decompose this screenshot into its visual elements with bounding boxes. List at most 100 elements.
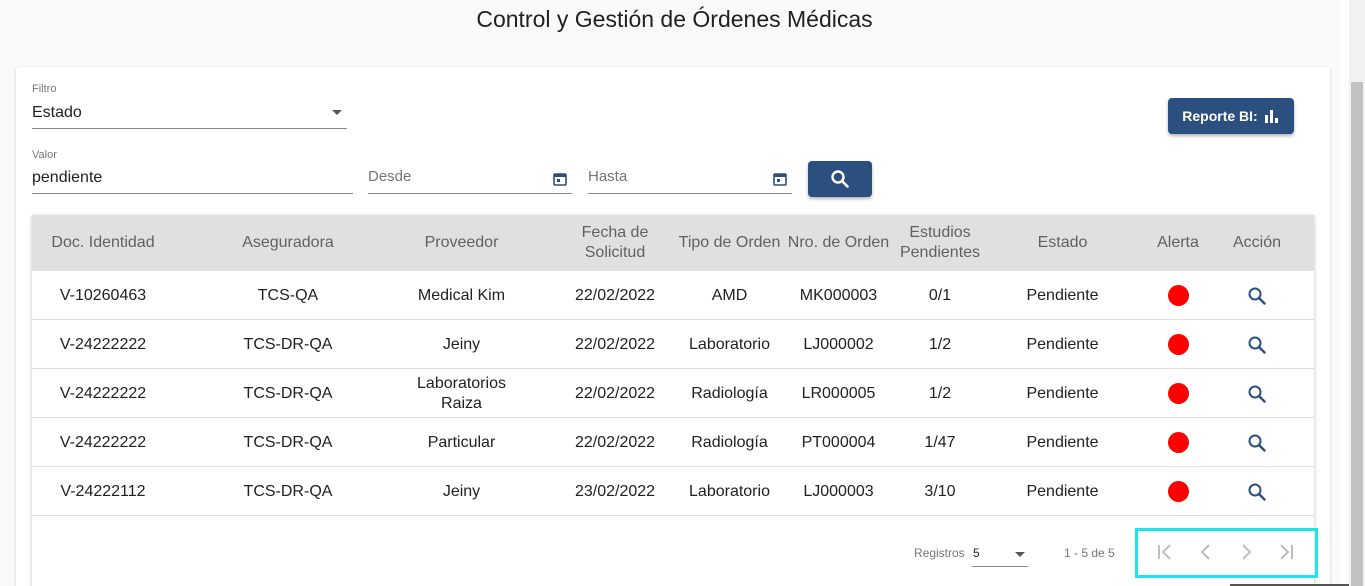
search-icon bbox=[831, 170, 849, 188]
cell-order-no: LJ000003 bbox=[803, 482, 874, 500]
cell-date: 22/02/2022 bbox=[574, 286, 656, 304]
calendar-icon[interactable] bbox=[553, 172, 567, 186]
to-date-input[interactable]: Hasta bbox=[588, 163, 792, 194]
cell-doc: V-24222222 bbox=[59, 335, 147, 353]
header-status[interactable]: Estado bbox=[1010, 215, 1115, 271]
alert-dot bbox=[1167, 432, 1189, 453]
cell-alert bbox=[1144, 271, 1212, 320]
cell-provider-line2: Raiza bbox=[441, 394, 482, 412]
cell-alert bbox=[1144, 369, 1212, 418]
cell-doc: V-24222222 bbox=[59, 433, 147, 451]
view-order-button[interactable] bbox=[1222, 467, 1292, 516]
search-icon[interactable] bbox=[1247, 384, 1267, 404]
cell-provider-line1: Jeiny bbox=[442, 482, 481, 500]
alert-dot bbox=[1167, 334, 1189, 355]
search-button[interactable] bbox=[808, 161, 872, 197]
cell-order-type: AMD bbox=[711, 286, 748, 304]
cell-alert bbox=[1144, 418, 1212, 467]
report-bi-label: Reporte BI: bbox=[1182, 108, 1258, 124]
search-icon[interactable] bbox=[1247, 433, 1267, 453]
page-size-label: Registros bbox=[914, 546, 965, 560]
view-order-button[interactable] bbox=[1222, 320, 1292, 369]
alert-dot bbox=[1167, 383, 1189, 404]
header-order-no[interactable]: Nro. de Orden bbox=[787, 215, 890, 271]
previous-page-button[interactable] bbox=[1192, 540, 1220, 564]
value-input[interactable]: pendiente bbox=[32, 163, 353, 194]
header-pending-line2: Pendientes bbox=[899, 244, 981, 261]
filter-field[interactable]: Estado bbox=[32, 99, 347, 129]
search-icon[interactable] bbox=[1247, 335, 1267, 355]
search-icon[interactable] bbox=[1247, 482, 1267, 502]
search-icon[interactable] bbox=[1247, 286, 1267, 306]
alert-dot bbox=[1167, 285, 1189, 306]
cell-order-no: LR000005 bbox=[801, 384, 876, 402]
cell-doc: V-10260463 bbox=[59, 286, 147, 304]
calendar-icon[interactable] bbox=[773, 172, 787, 186]
page: Control y Gestión de Órdenes Médicas Fil… bbox=[0, 0, 1365, 586]
filter-value: Estado bbox=[32, 104, 82, 121]
cell-provider: Laboratorios Raiza bbox=[385, 369, 538, 418]
report-bi-button[interactable]: Reporte BI: bbox=[1168, 98, 1294, 134]
from-date-placeholder: Desde bbox=[368, 168, 412, 185]
first-page-icon bbox=[1158, 544, 1171, 560]
cell-status: Pendiente bbox=[1026, 384, 1099, 402]
cell-provider: Particular bbox=[385, 418, 538, 467]
chevron-right-icon bbox=[1242, 544, 1252, 560]
first-page-button[interactable] bbox=[1151, 540, 1179, 564]
chevron-down-icon bbox=[1015, 552, 1025, 557]
next-page-button[interactable] bbox=[1232, 540, 1260, 564]
header-insurer[interactable]: Aseguradora bbox=[214, 215, 362, 271]
cell-status: Pendiente bbox=[1026, 286, 1099, 304]
view-order-button[interactable] bbox=[1222, 369, 1292, 418]
cell-alert bbox=[1144, 467, 1212, 516]
chevron-down-icon bbox=[332, 110, 342, 115]
header-doc[interactable]: Doc. Identidad bbox=[32, 215, 174, 271]
cell-date: 22/02/2022 bbox=[574, 335, 656, 353]
header-date-line2: Solicitud bbox=[584, 244, 646, 261]
cell-provider-line1: Laboratorios bbox=[417, 374, 506, 392]
cell-order-type: Laboratorio bbox=[689, 335, 770, 353]
page-title: Control y Gestión de Órdenes Médicas bbox=[476, 6, 873, 32]
cell-order-type: Radiología bbox=[691, 384, 768, 402]
header-alert: Alerta bbox=[1157, 234, 1199, 251]
cell-insurer: TCS-DR-QA bbox=[243, 482, 333, 500]
view-order-button[interactable] bbox=[1222, 271, 1292, 320]
view-order-button[interactable] bbox=[1222, 418, 1292, 467]
cell-insurer: TCS-QA bbox=[257, 286, 319, 304]
cell-insurer: TCS-DR-QA bbox=[243, 335, 333, 353]
chevron-left-icon bbox=[1200, 544, 1210, 560]
header-order-type[interactable]: Tipo de Orden bbox=[677, 215, 782, 271]
cell-pending: 1/2 bbox=[928, 335, 952, 353]
header-pending-line1: Estudios bbox=[909, 224, 971, 241]
scrollbar-thumb[interactable] bbox=[1351, 82, 1363, 586]
header-pending[interactable]: Estudios Pendientes bbox=[898, 215, 982, 271]
value-text: pendiente bbox=[32, 169, 103, 186]
cell-provider: Jeiny bbox=[385, 320, 538, 369]
cell-order-type: Laboratorio bbox=[689, 482, 770, 500]
cell-status: Pendiente bbox=[1026, 482, 1099, 500]
cell-provider-line1: Particular bbox=[427, 433, 496, 451]
cell-insurer: TCS-DR-QA bbox=[243, 384, 333, 402]
cell-order-no: PT000004 bbox=[801, 433, 876, 451]
value-label: Valor bbox=[32, 149, 57, 161]
table-row: V-10260463 TCS-QA Medical Kim 22/02/2022 AMD… bbox=[32, 271, 1314, 320]
header-provider[interactable]: Proveedor bbox=[385, 215, 538, 271]
from-date-input[interactable]: Desde bbox=[368, 163, 572, 194]
table-row: V-24222112 TCS-DR-QA Jeiny 23/02/2022 Labora… bbox=[32, 467, 1314, 516]
cell-provider-line1: Medical Kim bbox=[417, 286, 506, 304]
cell-insurer: TCS-DR-QA bbox=[243, 433, 333, 451]
cell-provider: Jeiny bbox=[385, 467, 538, 516]
header-date[interactable]: Fecha de Solicitud bbox=[568, 215, 662, 271]
page-size-select[interactable]: 5 bbox=[972, 543, 1028, 567]
cell-date: 22/02/2022 bbox=[574, 384, 656, 402]
cell-doc: V-24222222 bbox=[59, 384, 147, 402]
paginator: Registros 5 1 - 5 de 5 bbox=[32, 516, 1318, 586]
last-page-button[interactable] bbox=[1272, 540, 1300, 564]
cell-pending: 1/47 bbox=[924, 433, 956, 451]
cell-pending: 0/1 bbox=[928, 286, 952, 304]
cell-date: 22/02/2022 bbox=[574, 433, 656, 451]
to-date-placeholder: Hasta bbox=[588, 168, 628, 185]
bar-chart-icon bbox=[1264, 110, 1278, 123]
cell-order-no: LJ000002 bbox=[803, 335, 874, 353]
table-row: V-24222222 TCS-DR-QA Jeiny 22/02/2022 Labora… bbox=[32, 320, 1314, 369]
